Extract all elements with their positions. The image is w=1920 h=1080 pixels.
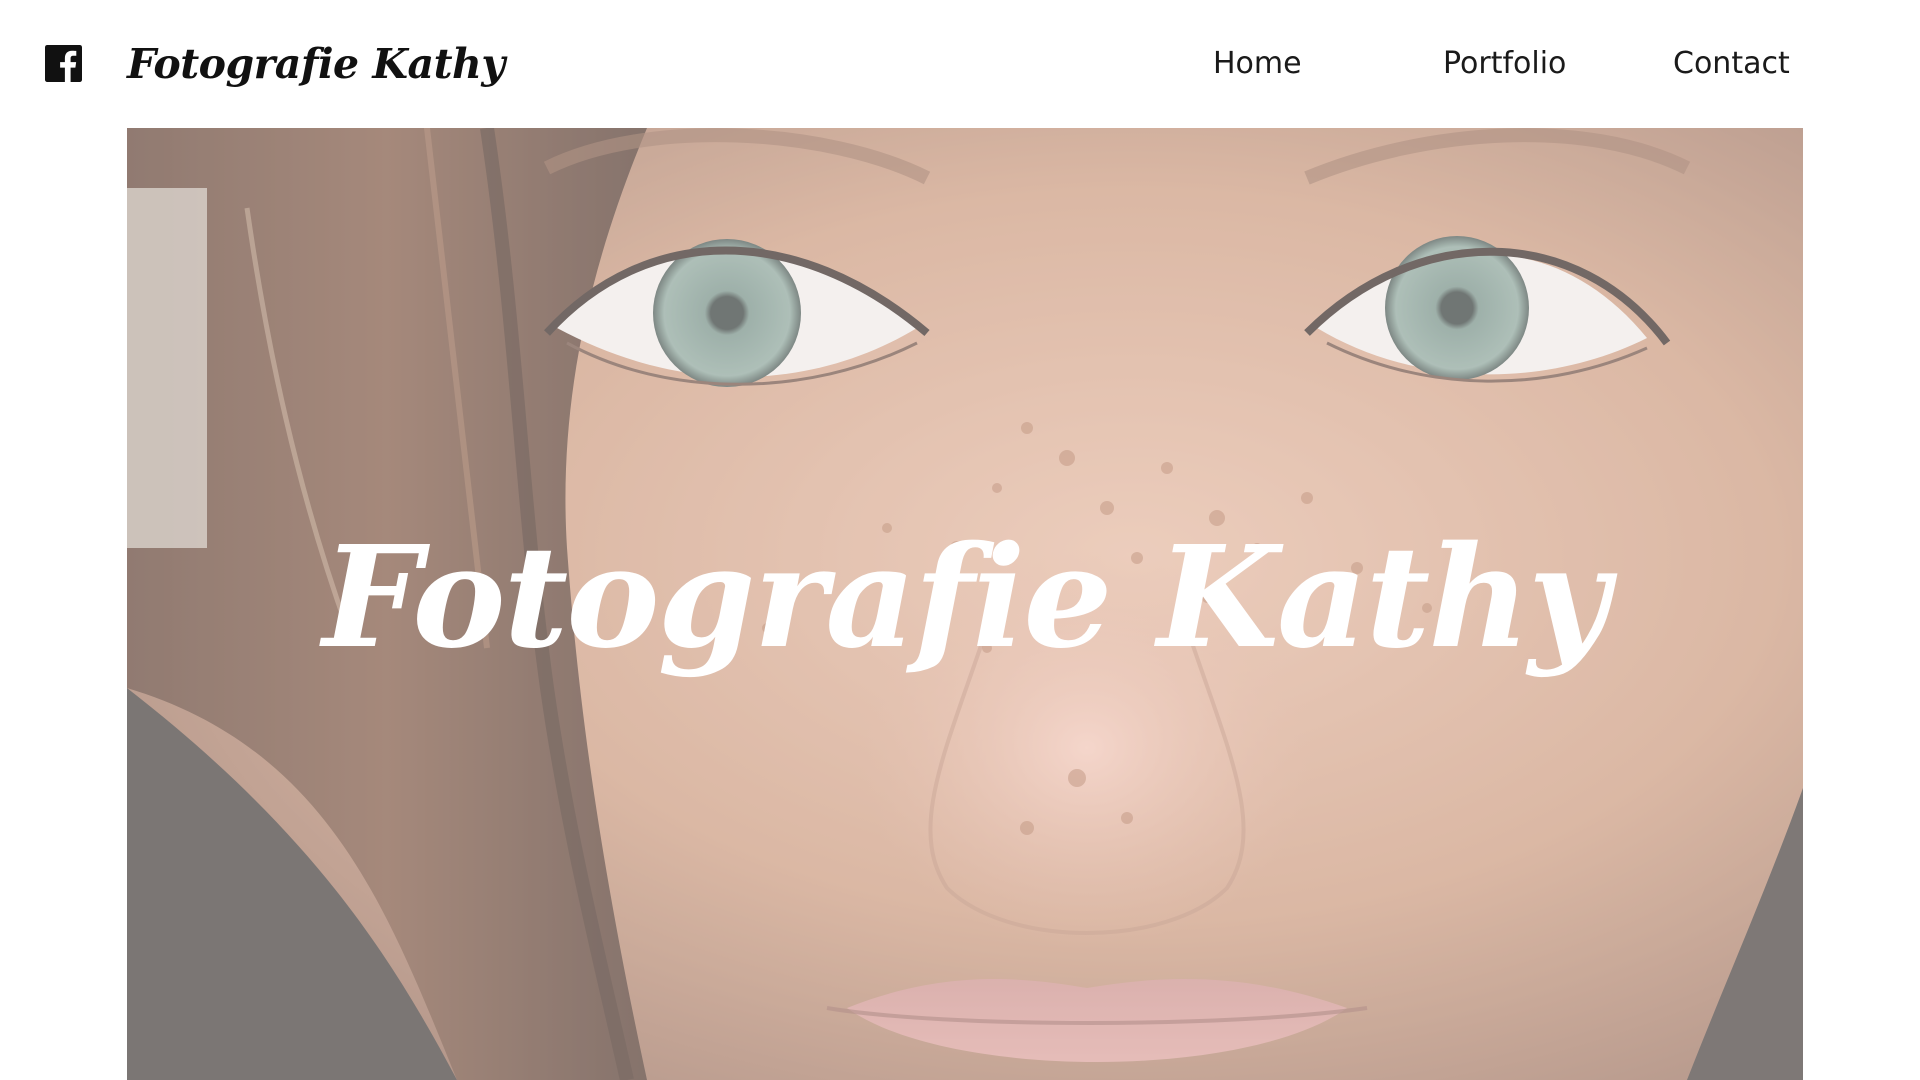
main-nav: Home Portfolio Contact bbox=[0, 40, 1920, 88]
nav-home[interactable]: Home bbox=[1213, 40, 1302, 88]
page: Fotografie Kathy Home Portfolio Contact bbox=[0, 0, 1920, 1080]
nav-contact[interactable]: Contact bbox=[1673, 40, 1790, 88]
hero-title: Fotografie Kathy bbox=[322, 516, 1610, 680]
nav-portfolio[interactable]: Portfolio bbox=[1443, 40, 1566, 88]
hero-section: Fotografie Kathy bbox=[127, 128, 1803, 1080]
site-header: Fotografie Kathy Home Portfolio Contact bbox=[0, 0, 1920, 128]
